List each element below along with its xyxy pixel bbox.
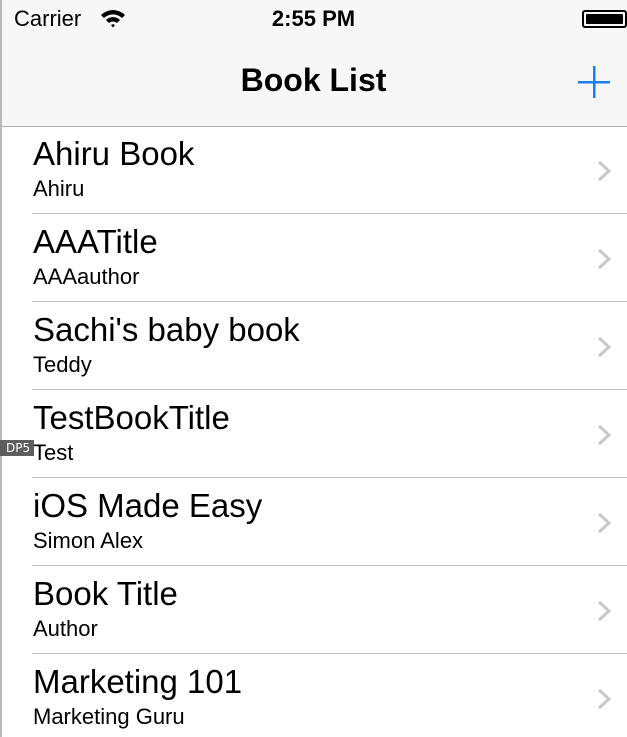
chevron-right-icon	[597, 424, 612, 446]
battery-full-icon	[582, 10, 627, 28]
book-author: Simon Alex	[33, 528, 144, 553]
chevron-right-icon	[597, 600, 612, 622]
navigation-bar: Book List	[0, 40, 627, 126]
app-screen: Carrier 2:55 PM Book List Ahiru Book Ahi…	[0, 0, 627, 737]
table-row[interactable]: Sachi's baby book Teddy	[0, 302, 627, 390]
book-title: Book Title	[33, 575, 178, 612]
add-book-button[interactable]	[572, 60, 616, 104]
plus-icon	[578, 66, 610, 98]
book-title: AAATitle	[33, 223, 158, 260]
book-title: Marketing 101	[33, 663, 243, 700]
chevron-right-icon	[597, 248, 612, 270]
book-author: Teddy	[33, 352, 92, 377]
book-author: AAAauthor	[33, 264, 140, 289]
battery-level	[586, 14, 623, 24]
chevron-right-icon	[597, 336, 612, 358]
book-title: Sachi's baby book	[33, 311, 300, 348]
page-title: Book List	[240, 62, 387, 98]
table-row[interactable]: Ahiru Book Ahiru	[0, 126, 627, 214]
table-row[interactable]: iOS Made Easy Simon Alex	[0, 478, 627, 566]
book-author: Test	[33, 440, 74, 465]
status-bar: Carrier 2:55 PM	[0, 0, 627, 40]
book-author: Marketing Guru	[33, 704, 185, 729]
chevron-right-icon	[597, 512, 612, 534]
book-table: Ahiru Book Ahiru AAATitle AAAauthor Sach…	[0, 126, 627, 737]
book-author: Ahiru	[33, 176, 85, 201]
status-time: 2:55 PM	[271, 6, 356, 31]
top-chrome: Carrier 2:55 PM Book List	[0, 0, 627, 127]
table-row[interactable]: TestBookTitle Test	[0, 390, 627, 478]
book-author: Author	[33, 616, 98, 641]
table-row[interactable]: AAATitle AAAauthor	[0, 214, 627, 302]
dp5-overlay-tag: DP5	[0, 440, 35, 456]
table-row[interactable]: Marketing 101 Marketing Guru	[0, 654, 627, 737]
book-title: Ahiru Book	[33, 135, 195, 172]
book-title: TestBookTitle	[33, 399, 230, 436]
book-title: iOS Made Easy	[33, 487, 263, 524]
screen-edge	[0, 0, 2, 737]
chevron-right-icon	[597, 160, 612, 182]
chevron-right-icon	[597, 688, 612, 710]
table-row[interactable]: Book Title Author	[0, 566, 627, 654]
